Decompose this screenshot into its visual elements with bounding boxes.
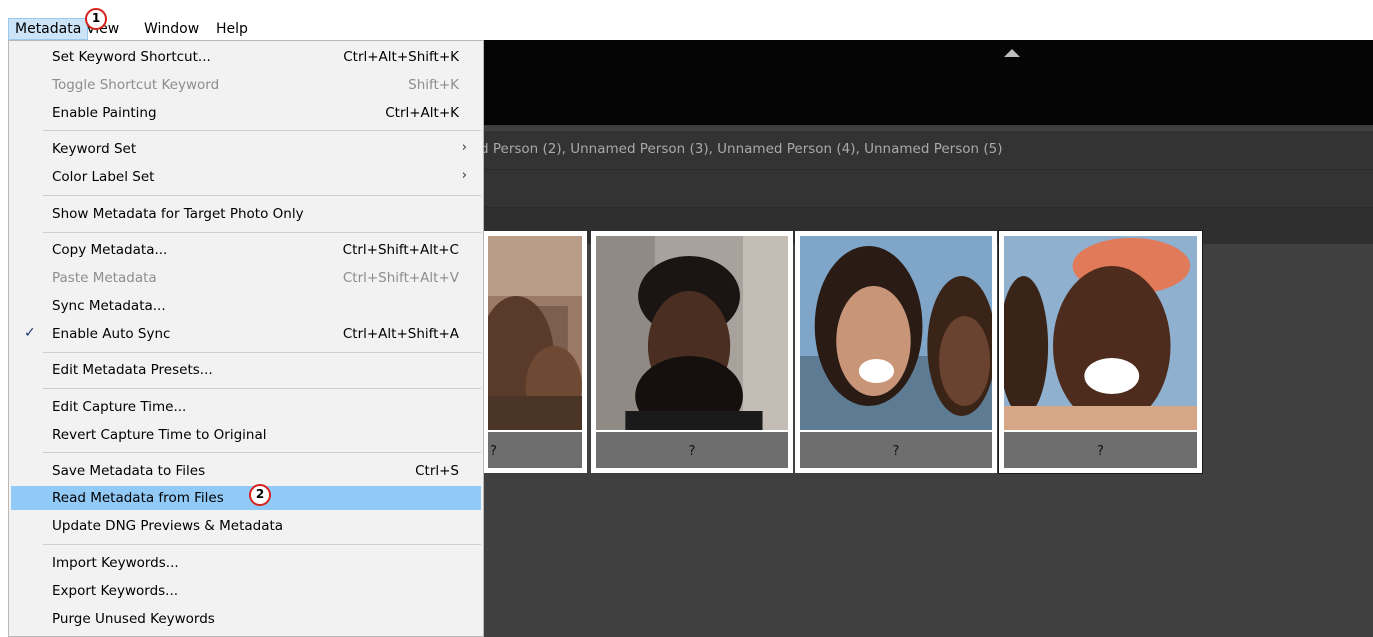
menu-item-shortcut: Ctrl+Alt+Shift+K: [343, 49, 459, 65]
menu-item-show-metadata-target-only[interactable]: Show Metadata for Target Photo Only: [11, 202, 481, 226]
people-list-row: d Person (2), Unnamed Person (3), Unname…: [480, 131, 1373, 170]
menu-item-shortcut: Ctrl+Shift+Alt+V: [342, 270, 459, 286]
menu-separator: [43, 232, 481, 233]
menu-item-import-keywords[interactable]: Import Keywords...: [11, 551, 481, 575]
menu-item-label: Save Metadata to Files: [52, 463, 206, 479]
menu-item-label: Toggle Shortcut Keyword: [52, 77, 220, 93]
face-card[interactable]: ?: [795, 231, 997, 473]
menu-item-label: Sync Metadata...: [52, 298, 166, 314]
annotation-badge-1: 1: [85, 8, 107, 30]
menu-item-copy-metadata[interactable]: Copy Metadata... Ctrl+Shift+Alt+C: [11, 238, 481, 262]
menu-item-edit-capture-time[interactable]: Edit Capture Time...: [11, 395, 481, 419]
toolbar-row: [484, 170, 1373, 208]
menu-item-shortcut: Ctrl+Alt+K: [385, 105, 459, 121]
menu-metadata[interactable]: Metadata: [8, 18, 89, 40]
menu-item-label: Import Keywords...: [52, 555, 179, 571]
menu-separator: [43, 352, 481, 353]
menu-separator: [43, 388, 481, 389]
annotation-badge-2: 2: [249, 484, 271, 506]
people-list[interactable]: d Person (2), Unnamed Person (3), Unname…: [480, 141, 1002, 157]
check-icon: ✓: [24, 325, 36, 341]
submenu-arrow-icon: ›: [461, 168, 467, 183]
submenu-arrow-icon: ›: [461, 140, 467, 155]
menu-help[interactable]: Help: [210, 18, 254, 40]
menu-bar: Metadata View Window Help: [0, 0, 1373, 40]
menu-item-toggle-shortcut-keyword[interactable]: Toggle Shortcut Keyword Shift+K: [11, 73, 481, 97]
menu-item-revert-capture-time[interactable]: Revert Capture Time to Original: [11, 423, 481, 447]
menu-item-label: Update DNG Previews & Metadata: [52, 518, 284, 534]
menu-item-label: Set Keyword Shortcut...: [52, 49, 211, 65]
menu-item-edit-metadata-presets[interactable]: Edit Metadata Presets...: [11, 358, 481, 382]
face-thumbnail: [1004, 236, 1197, 430]
filmstrip-header: [484, 40, 1373, 125]
menu-separator: [43, 130, 481, 131]
menu-item-label: Color Label Set: [52, 169, 155, 185]
menu-item-enable-auto-sync[interactable]: ✓ Enable Auto Sync Ctrl+Alt+Shift+A: [11, 322, 481, 346]
menu-metadata-label: Metadata: [15, 21, 82, 37]
menu-item-label: Revert Capture Time to Original: [52, 427, 267, 443]
menu-item-label: Enable Auto Sync: [52, 326, 171, 342]
face-caption[interactable]: ?: [596, 432, 788, 468]
annotation-number: 2: [255, 487, 265, 501]
face-thumbnail: [488, 236, 582, 430]
menu-item-shortcut: Ctrl+Shift+Alt+C: [342, 242, 459, 258]
face-card[interactable]: ?: [483, 231, 587, 473]
menu-help-label: Help: [216, 21, 248, 37]
menu-item-read-metadata-from-files[interactable]: Read Metadata from Files: [11, 486, 481, 510]
menu-item-save-metadata-to-files[interactable]: Save Metadata to Files Ctrl+S: [11, 459, 481, 483]
metadata-menu: Set Keyword Shortcut... Ctrl+Alt+Shift+K…: [8, 40, 484, 637]
menu-item-shortcut: Ctrl+Alt+Shift+A: [342, 326, 459, 342]
menu-item-purge-unused-keywords[interactable]: Purge Unused Keywords: [11, 607, 481, 631]
face-caption[interactable]: ?: [1004, 432, 1197, 468]
face-thumbnail: [596, 236, 788, 430]
menu-item-export-keywords[interactable]: Export Keywords...: [11, 579, 481, 603]
menu-item-label: Edit Capture Time...: [52, 399, 187, 415]
face-caption[interactable]: ?: [488, 432, 582, 468]
menu-item-label: Enable Painting: [52, 105, 157, 121]
menu-item-label: Export Keywords...: [52, 583, 179, 599]
menu-separator: [43, 544, 481, 545]
face-thumbnail: [800, 236, 992, 430]
menu-item-shortcut: Shift+K: [408, 77, 459, 93]
menu-item-label: Edit Metadata Presets...: [52, 362, 213, 378]
menu-separator: [43, 195, 481, 196]
menu-item-keyword-set[interactable]: Keyword Set ›: [11, 137, 481, 161]
menu-item-shortcut: Ctrl+S: [415, 463, 459, 479]
menu-window[interactable]: Window: [138, 18, 205, 40]
collapse-arrow-icon[interactable]: [1004, 49, 1020, 57]
menu-item-update-dng-previews[interactable]: Update DNG Previews & Metadata: [11, 514, 481, 538]
menu-item-color-label-set[interactable]: Color Label Set ›: [11, 165, 481, 189]
face-caption[interactable]: ?: [800, 432, 992, 468]
menu-window-label: Window: [144, 21, 200, 37]
menu-item-label: Purge Unused Keywords: [52, 611, 215, 627]
divider: [484, 125, 1373, 126]
menu-item-label: Keyword Set: [52, 141, 137, 157]
menu-item-paste-metadata[interactable]: Paste Metadata Ctrl+Shift+Alt+V: [11, 266, 481, 290]
face-card-selected[interactable]: ?: [998, 230, 1203, 474]
menu-item-enable-painting[interactable]: Enable Painting Ctrl+Alt+K: [11, 101, 481, 125]
menu-separator: [43, 452, 481, 453]
menu-item-set-keyword-shortcut[interactable]: Set Keyword Shortcut... Ctrl+Alt+Shift+K: [11, 45, 481, 69]
menu-item-label: Copy Metadata...: [52, 242, 168, 258]
menu-item-label: Read Metadata from Files: [52, 490, 224, 506]
menu-item-label: Show Metadata for Target Photo Only: [52, 206, 304, 222]
face-card[interactable]: ?: [591, 231, 793, 473]
menu-item-sync-metadata[interactable]: Sync Metadata...: [11, 294, 481, 318]
annotation-number: 1: [91, 11, 101, 25]
menu-item-label: Paste Metadata: [52, 270, 157, 286]
